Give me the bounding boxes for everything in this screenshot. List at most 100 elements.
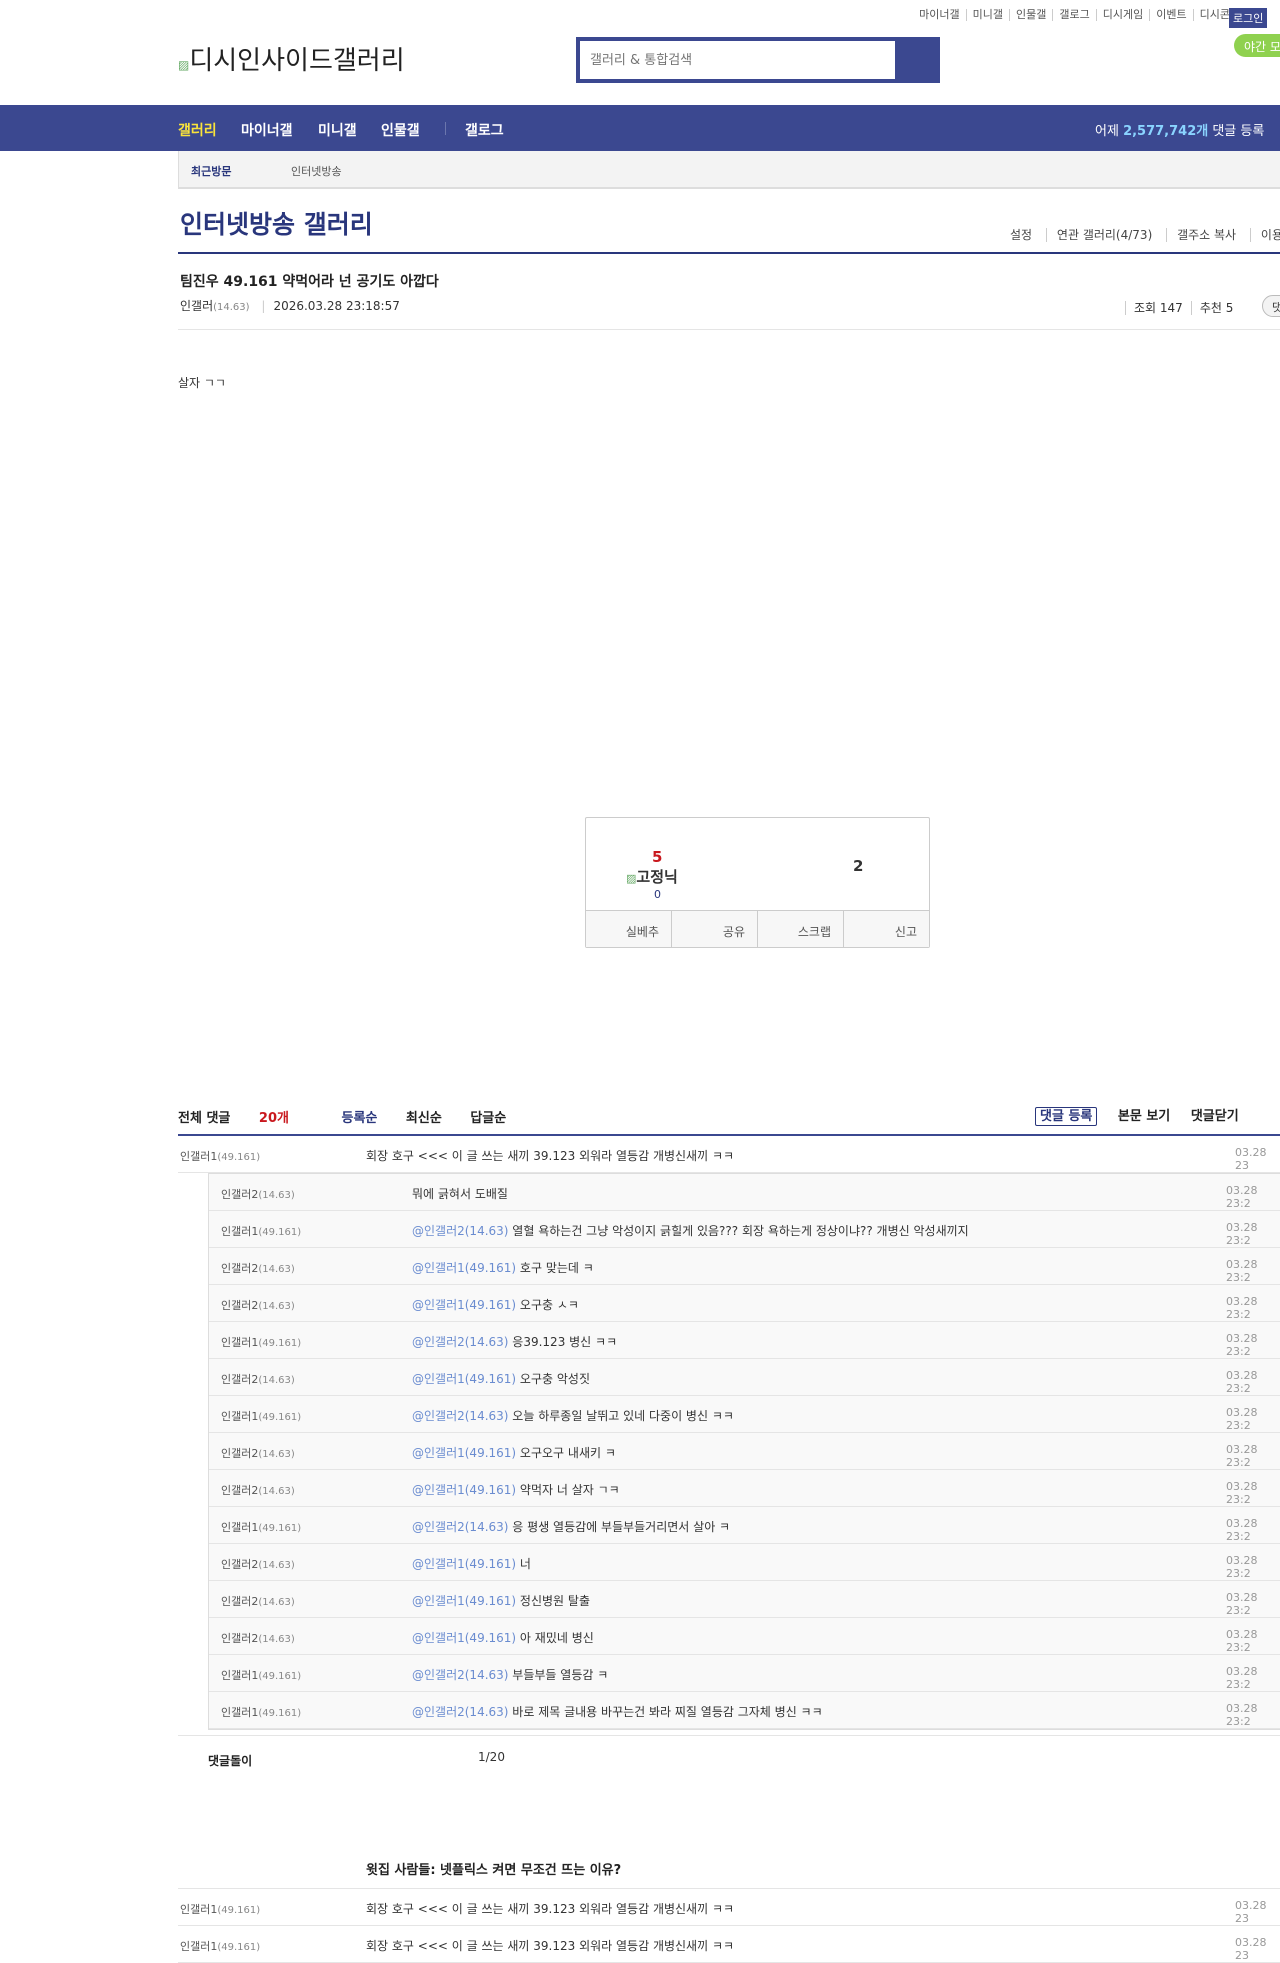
comment-date: 03.28 23 — [1235, 1899, 1267, 1925]
reply-mention[interactable]: @인갤러2(14.63) — [412, 1520, 508, 1534]
reply-author[interactable]: 인갤러2(14.63) — [221, 1186, 295, 1202]
reply-author[interactable]: 인갤러2(14.63) — [221, 1482, 295, 1498]
post-body: 살자 ㄱㄱ — [178, 376, 226, 390]
night-mode-button[interactable]: 야간 모 — [1234, 34, 1280, 57]
reply-row: 인갤러2(14.63) @인갤러1(49.161) 약먹자 너 살자 ㄱㅋ 03.2… — [209, 1470, 1280, 1507]
reply-mention[interactable]: @인갤러1(49.161) — [412, 1261, 516, 1275]
downvote-count[interactable]: 2 — [853, 857, 863, 875]
top-link[interactable]: 갤로그 — [1053, 9, 1097, 21]
reply-date: 03.28 23:2 — [1226, 1591, 1258, 1617]
reply-row: 인갤러1(49.161) @인갤러2(14.63) 열혈 욕하는건 그냥 악성이지… — [209, 1211, 1280, 1248]
reply-author[interactable]: 인갤러1(49.161) — [221, 1223, 301, 1239]
broken-image-icon: ▨ — [626, 872, 637, 885]
reply-mention[interactable]: @인갤러1(49.161) — [412, 1557, 516, 1571]
settings-link[interactable]: 설정 — [1000, 228, 1042, 242]
reply-text: @인갤러2(14.63) 열혈 욕하는건 그냥 악성이지 긁힐게 있음??? 회… — [412, 1224, 969, 1238]
write-comment-button[interactable]: 댓글 등록 — [1035, 1107, 1098, 1126]
reply-author[interactable]: 인갤러2(14.63) — [221, 1371, 295, 1387]
reply-author[interactable]: 인갤러2(14.63) — [221, 1630, 295, 1646]
nav-person[interactable]: 인물갤 — [381, 120, 420, 140]
reply-author[interactable]: 인갤러2(14.63) — [221, 1445, 295, 1461]
logo[interactable]: ▨디시인사이드갤러리 — [178, 40, 405, 77]
gallery-title[interactable]: 인터넷방송 갤러리 — [180, 205, 373, 241]
top-link[interactable]: 미니갤 — [967, 9, 1011, 21]
comment-author[interactable]: 인갤러1(49.161) — [180, 1938, 260, 1954]
comment-bot-label: 댓글돌이 — [208, 1754, 253, 1768]
reply-author[interactable]: 인갤러2(14.63) — [221, 1260, 295, 1276]
reply-row: 인갤러2(14.63) @인갤러1(49.161) 너 03.28 23:2 — [209, 1544, 1280, 1581]
share-button[interactable]: 공유 — [672, 911, 758, 947]
search-input[interactable] — [580, 41, 895, 79]
view-body-button[interactable]: 본문 보기 — [1118, 1109, 1170, 1124]
sort-latest[interactable]: 최신순 — [406, 1111, 442, 1126]
comment-jump-button[interactable]: 댓 — [1262, 295, 1280, 317]
top-link[interactable]: 인물갤 — [1010, 9, 1054, 21]
reply-author[interactable]: 인갤러1(49.161) — [221, 1667, 301, 1683]
fixed-nick-upvote[interactable]: ▨고정닉 — [626, 866, 678, 887]
comment-author[interactable]: 인갤러1(49.161) — [180, 1148, 260, 1164]
reply-mention[interactable]: @인갤러1(49.161) — [412, 1594, 516, 1608]
search-button[interactable] — [899, 37, 940, 83]
recent-visits-bar: 최근방문 인터넷방송 — [178, 151, 1280, 189]
reply-date: 03.28 23:2 — [1226, 1332, 1258, 1358]
comment-date: 03.28 23 — [1235, 1936, 1267, 1962]
reply-mention[interactable]: @인갤러2(14.63) — [412, 1668, 508, 1682]
top-link[interactable]: 마이너갤 — [913, 9, 967, 21]
reply-author[interactable]: 인갤러1(49.161) — [221, 1408, 301, 1424]
top-link[interactable]: 이벤트 — [1150, 9, 1194, 21]
post-stats: 조회 147 추천 5 — [1125, 299, 1242, 316]
comment-author[interactable]: 인갤러1(49.161) — [180, 1901, 260, 1917]
report-button[interactable]: 신고 — [844, 911, 929, 947]
reply-row: 인갤러2(14.63) @인갤러1(49.161) 정신병원 탈출 03.28 23… — [209, 1581, 1280, 1618]
reply-author[interactable]: 인갤러2(14.63) — [221, 1593, 295, 1609]
reply-mention[interactable]: @인갤러2(14.63) — [412, 1705, 508, 1719]
nav-mini[interactable]: 미니갤 — [318, 120, 357, 140]
reply-row: 인갤러1(49.161) @인갤러2(14.63) 응39.123 병신 ㅋㅋ 03… — [209, 1322, 1280, 1359]
reply-mention[interactable]: @인갤러2(14.63) — [412, 1224, 508, 1238]
comment-text: 회장 호구 <<< 이 글 쓰는 새끼 39.123 외워라 열등감 개병신새끼… — [366, 1149, 735, 1163]
close-comments-button[interactable]: 댓글닫기 — [1191, 1109, 1239, 1124]
reply-mention[interactable]: @인갤러1(49.161) — [412, 1298, 516, 1312]
copy-address-link[interactable]: 갤주소 복사 — [1166, 228, 1247, 242]
post-author[interactable]: 인갤러 — [180, 299, 213, 313]
related-post-title[interactable]: 윗집 사람들: 넷플릭스 켜면 무조건 뜨는 이유? — [366, 1859, 621, 1878]
reply-text: @인갤러2(14.63) 응 평생 열등감에 부들부들거리면서 살아 ㅋ — [412, 1520, 731, 1534]
post-ip: (14.63) — [213, 302, 250, 313]
post-meta: 인갤러(14.63) | 2026.03.28 23:18:57 — [180, 299, 400, 313]
best-recommend-button[interactable]: 실베추 — [586, 911, 672, 947]
reply-text: @인갤러2(14.63) 바로 제목 글내용 바꾸는건 봐라 찌질 열등감 그자… — [412, 1705, 823, 1719]
reply-mention[interactable]: @인갤러1(49.161) — [412, 1372, 516, 1386]
reply-date: 03.28 23:2 — [1226, 1258, 1258, 1284]
main-nav: 갤러리 마이너갤 미니갤 인물갤 갤로그 어제 2,577,742개 댓글 등록 — [0, 105, 1280, 151]
reply-mention[interactable]: @인갤러1(49.161) — [412, 1446, 516, 1460]
reply-row: 인갤러1(49.161) @인갤러2(14.63) 오늘 하루종일 날뛰고 있네 … — [209, 1396, 1280, 1433]
nav-gallog[interactable]: 갤로그 — [465, 120, 504, 140]
reply-author[interactable]: 인갤러1(49.161) — [221, 1334, 301, 1350]
reply-mention[interactable]: @인갤러1(49.161) — [412, 1631, 516, 1645]
reply-author[interactable]: 인갤러2(14.63) — [221, 1297, 295, 1313]
login-button[interactable]: 로그인 — [1229, 8, 1268, 28]
reply-author[interactable]: 인갤러2(14.63) — [221, 1556, 295, 1572]
reply-author[interactable]: 인갤러1(49.161) — [221, 1704, 301, 1720]
scrap-button[interactable]: 스크랩 — [758, 911, 844, 947]
reply-mention[interactable]: @인갤러2(14.63) — [412, 1335, 508, 1349]
reply-row: 인갤러2(14.63) @인갤러1(49.161) 아 재밌네 병신 03.28 2… — [209, 1618, 1280, 1655]
reply-text: @인갤러1(49.161) 정신병원 탈출 — [412, 1594, 590, 1608]
comment-row: 인갤러1(49.161) 회장 호구 <<< 이 글 쓰는 새끼 39.123 … — [178, 1136, 1280, 1173]
reply-date: 03.28 23:2 — [1226, 1554, 1258, 1580]
reply-row: 인갤러2(14.63) @인갤러1(49.161) 오구충 ㅅㅋ 03.28 23:… — [209, 1285, 1280, 1322]
reply-row: 인갤러2(14.63) @인갤러1(49.161) 오구오구 내새키 ㅋ 03.28… — [209, 1433, 1280, 1470]
recent-item[interactable]: 인터넷방송 — [291, 163, 342, 179]
reply-mention[interactable]: @인갤러1(49.161) — [412, 1483, 516, 1497]
nav-minor[interactable]: 마이너갤 — [241, 120, 293, 140]
reply-author[interactable]: 인갤러1(49.161) — [221, 1519, 301, 1535]
related-gallery-link[interactable]: 연관 갤러리(4/73) — [1045, 228, 1163, 242]
reply-mention[interactable]: @인갤러2(14.63) — [412, 1409, 508, 1423]
sort-reply[interactable]: 답글순 — [470, 1111, 506, 1126]
nav-gallery[interactable]: 갤러리 — [178, 120, 217, 140]
sort-registered[interactable]: 등록순 — [342, 1111, 378, 1126]
recommend-box: 5 ▨고정닉 0 2 실베추 공유 스크랩 신고 — [585, 817, 930, 948]
reply-row: 인갤러1(49.161) @인갤러2(14.63) 부들부들 열등감 ㅋ 03.28… — [209, 1655, 1280, 1692]
usage-link[interactable]: 이용 — [1249, 228, 1280, 242]
top-link[interactable]: 디시게임 — [1097, 9, 1151, 21]
